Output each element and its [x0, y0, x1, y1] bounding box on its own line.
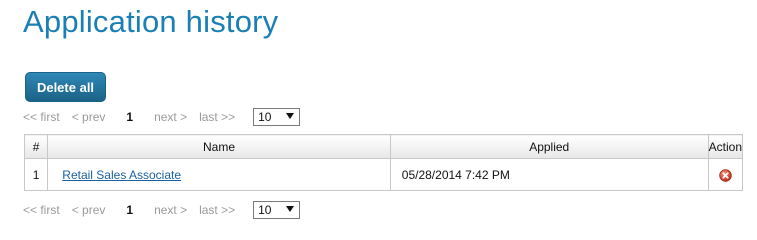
column-header-number: # — [23, 134, 49, 159]
pager-current-page: 1 — [126, 110, 134, 124]
pager-last-link[interactable]: last >> — [199, 203, 235, 217]
application-history-table: # Name Applied Action 1 Retail Sales Ass… — [23, 134, 744, 191]
page-size-value: 10 — [258, 203, 272, 217]
chevron-down-icon — [286, 206, 295, 212]
pager-last-link[interactable]: last >> — [199, 110, 235, 124]
table-header-row: # Name Applied Action — [23, 134, 744, 159]
delete-all-button[interactable]: Delete all — [25, 72, 106, 102]
pager-prev-link[interactable]: < prev — [72, 110, 106, 124]
page-size-select[interactable]: 10 — [253, 201, 301, 219]
pagination-top: << first < prev 1 next > last >> 10 — [23, 107, 301, 127]
page-title: Application history — [23, 4, 279, 39]
row-name-cell: Retail Sales Associate — [47, 158, 391, 191]
row-action-cell — [707, 158, 744, 191]
delete-x-icon[interactable] — [719, 168, 732, 182]
pager-next-link[interactable]: next > — [154, 110, 187, 124]
pagination-bottom: << first < prev 1 next > last >> 10 — [23, 200, 301, 220]
row-number: 1 — [23, 158, 49, 191]
page-size-select[interactable]: 10 — [253, 108, 301, 126]
column-header-action: Action — [707, 134, 744, 159]
page-size-value: 10 — [258, 110, 272, 124]
table-row: 1 Retail Sales Associate 05/28/2014 7:42… — [23, 158, 744, 191]
job-title-link[interactable]: Retail Sales Associate — [62, 168, 181, 182]
pager-first-link[interactable]: << first — [23, 110, 60, 124]
pager-prev-link[interactable]: < prev — [72, 203, 106, 217]
row-applied-date: 05/28/2014 7:42 PM — [389, 158, 709, 191]
column-header-applied[interactable]: Applied — [389, 134, 709, 159]
pager-first-link[interactable]: << first — [23, 203, 60, 217]
column-header-name[interactable]: Name — [47, 134, 391, 159]
pager-next-link[interactable]: next > — [154, 203, 187, 217]
chevron-down-icon — [286, 113, 295, 119]
pager-current-page: 1 — [126, 203, 134, 217]
